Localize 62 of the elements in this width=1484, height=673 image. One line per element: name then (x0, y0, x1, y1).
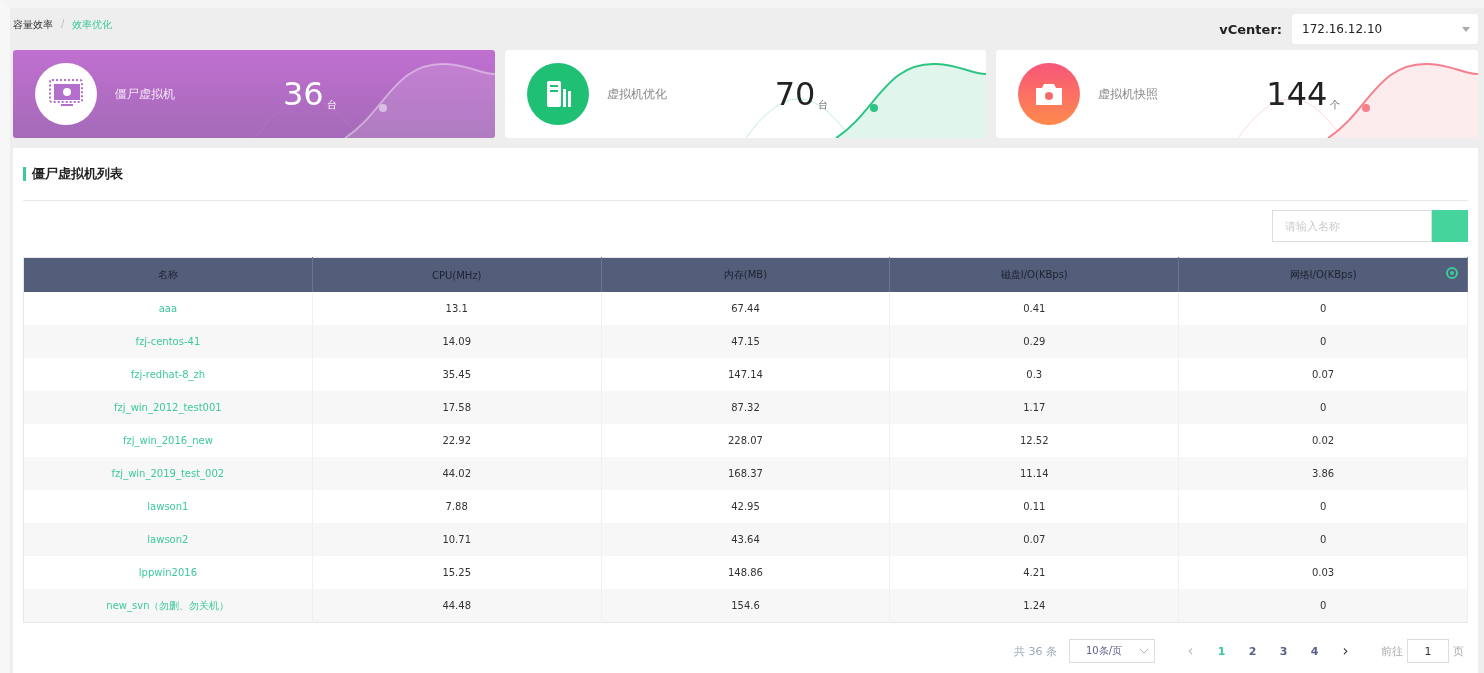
caret-icon (1462, 26, 1470, 32)
table-cell: 43.64 (601, 523, 890, 556)
card-unit: 台 (326, 98, 337, 112)
table-cell: 87.32 (601, 391, 890, 424)
table-cell: 3.86 (1178, 457, 1468, 490)
table-cell: 0.07 (889, 523, 1179, 556)
table-cell: 168.37 (601, 457, 890, 490)
card-unit: 台 (818, 98, 829, 112)
stat-card[interactable]: 虚拟机快照 144 个 (996, 50, 1478, 138)
card-value: 36 (283, 76, 324, 112)
card-title: 虚拟机优化 (606, 85, 667, 103)
table-cell: 0 (1178, 325, 1468, 358)
table-cell: 0 (1178, 391, 1468, 424)
table-cell: 0 (1178, 589, 1468, 623)
page-number[interactable]: 4 (1299, 644, 1330, 658)
section-title: 僵尸虚拟机列表 (32, 165, 123, 183)
breadcrumb-item[interactable]: 容量效率 (13, 18, 53, 32)
previous-page-button[interactable]: ‹ (1175, 642, 1206, 660)
vm-name-link[interactable]: fzj_win_2012_test001 (23, 391, 313, 424)
page-number[interactable]: 2 (1237, 644, 1268, 658)
stat-card[interactable]: 僵尸虚拟机 36 台 (13, 50, 495, 138)
table-cell: 0 (1178, 523, 1468, 556)
caret-icon (1140, 648, 1148, 654)
breadcrumb-item[interactable]: 效率优化 (72, 18, 113, 32)
table-cell: 1.17 (889, 391, 1179, 424)
column-header: 内存(MB) (601, 257, 890, 292)
vm-name-link[interactable]: new_svn（勿删、勿关机） (23, 589, 313, 623)
table-cell: 14.09 (312, 325, 602, 358)
table-cell: 0.29 (889, 325, 1179, 358)
table-cell: 10.71 (312, 523, 602, 556)
vcenter-label: vCenter: (1219, 21, 1282, 37)
total-count: 共 36 条 (1014, 643, 1057, 659)
page-suffix: 页 (1453, 643, 1464, 659)
column-header: 磁盘I/O(KBps) (889, 257, 1179, 292)
goto-label: 前往 (1381, 643, 1403, 659)
vm-name-link[interactable]: fzj-centos-41 (23, 325, 313, 358)
table-cell: 47.15 (601, 325, 890, 358)
column-header: 名称 (23, 257, 313, 292)
page-input[interactable]: 1 (1407, 639, 1449, 663)
table-cell: 154.6 (601, 589, 890, 623)
table-cell: 44.48 (312, 589, 602, 623)
page-size-select[interactable]: 10条/页 (1069, 639, 1155, 663)
card-value: 70 (774, 76, 816, 112)
table-cell: 17.58 (312, 391, 602, 424)
card-title: 僵尸虚拟机 (115, 85, 175, 103)
vm-name-link[interactable]: lawson2 (23, 523, 313, 556)
table-cell: 1.24 (889, 589, 1179, 623)
column-header: 网络I/O(KBps) (1178, 257, 1468, 292)
breadcrumb-separator: / (61, 18, 65, 31)
column-header: CPU(MHz) (312, 257, 602, 292)
table-cell: 11.14 (889, 457, 1179, 490)
next-page-button[interactable]: › (1330, 642, 1361, 660)
stat-card[interactable]: 虚拟机优化 70 台 (504, 50, 987, 138)
table-cell: 44.02 (312, 457, 602, 490)
card-title: 虚拟机快照 (1098, 85, 1159, 103)
card-value: 144 (1266, 76, 1328, 112)
page-number[interactable]: 3 (1268, 644, 1299, 658)
vm-name-link[interactable]: fzj_win_2019_test_002 (23, 457, 313, 490)
settings-icon[interactable] (1446, 267, 1458, 279)
vcenter-select[interactable]: 172.16.12.10 (1292, 14, 1478, 44)
page-number[interactable]: 1 (1206, 644, 1237, 658)
card-unit: 个 (1330, 98, 1341, 112)
